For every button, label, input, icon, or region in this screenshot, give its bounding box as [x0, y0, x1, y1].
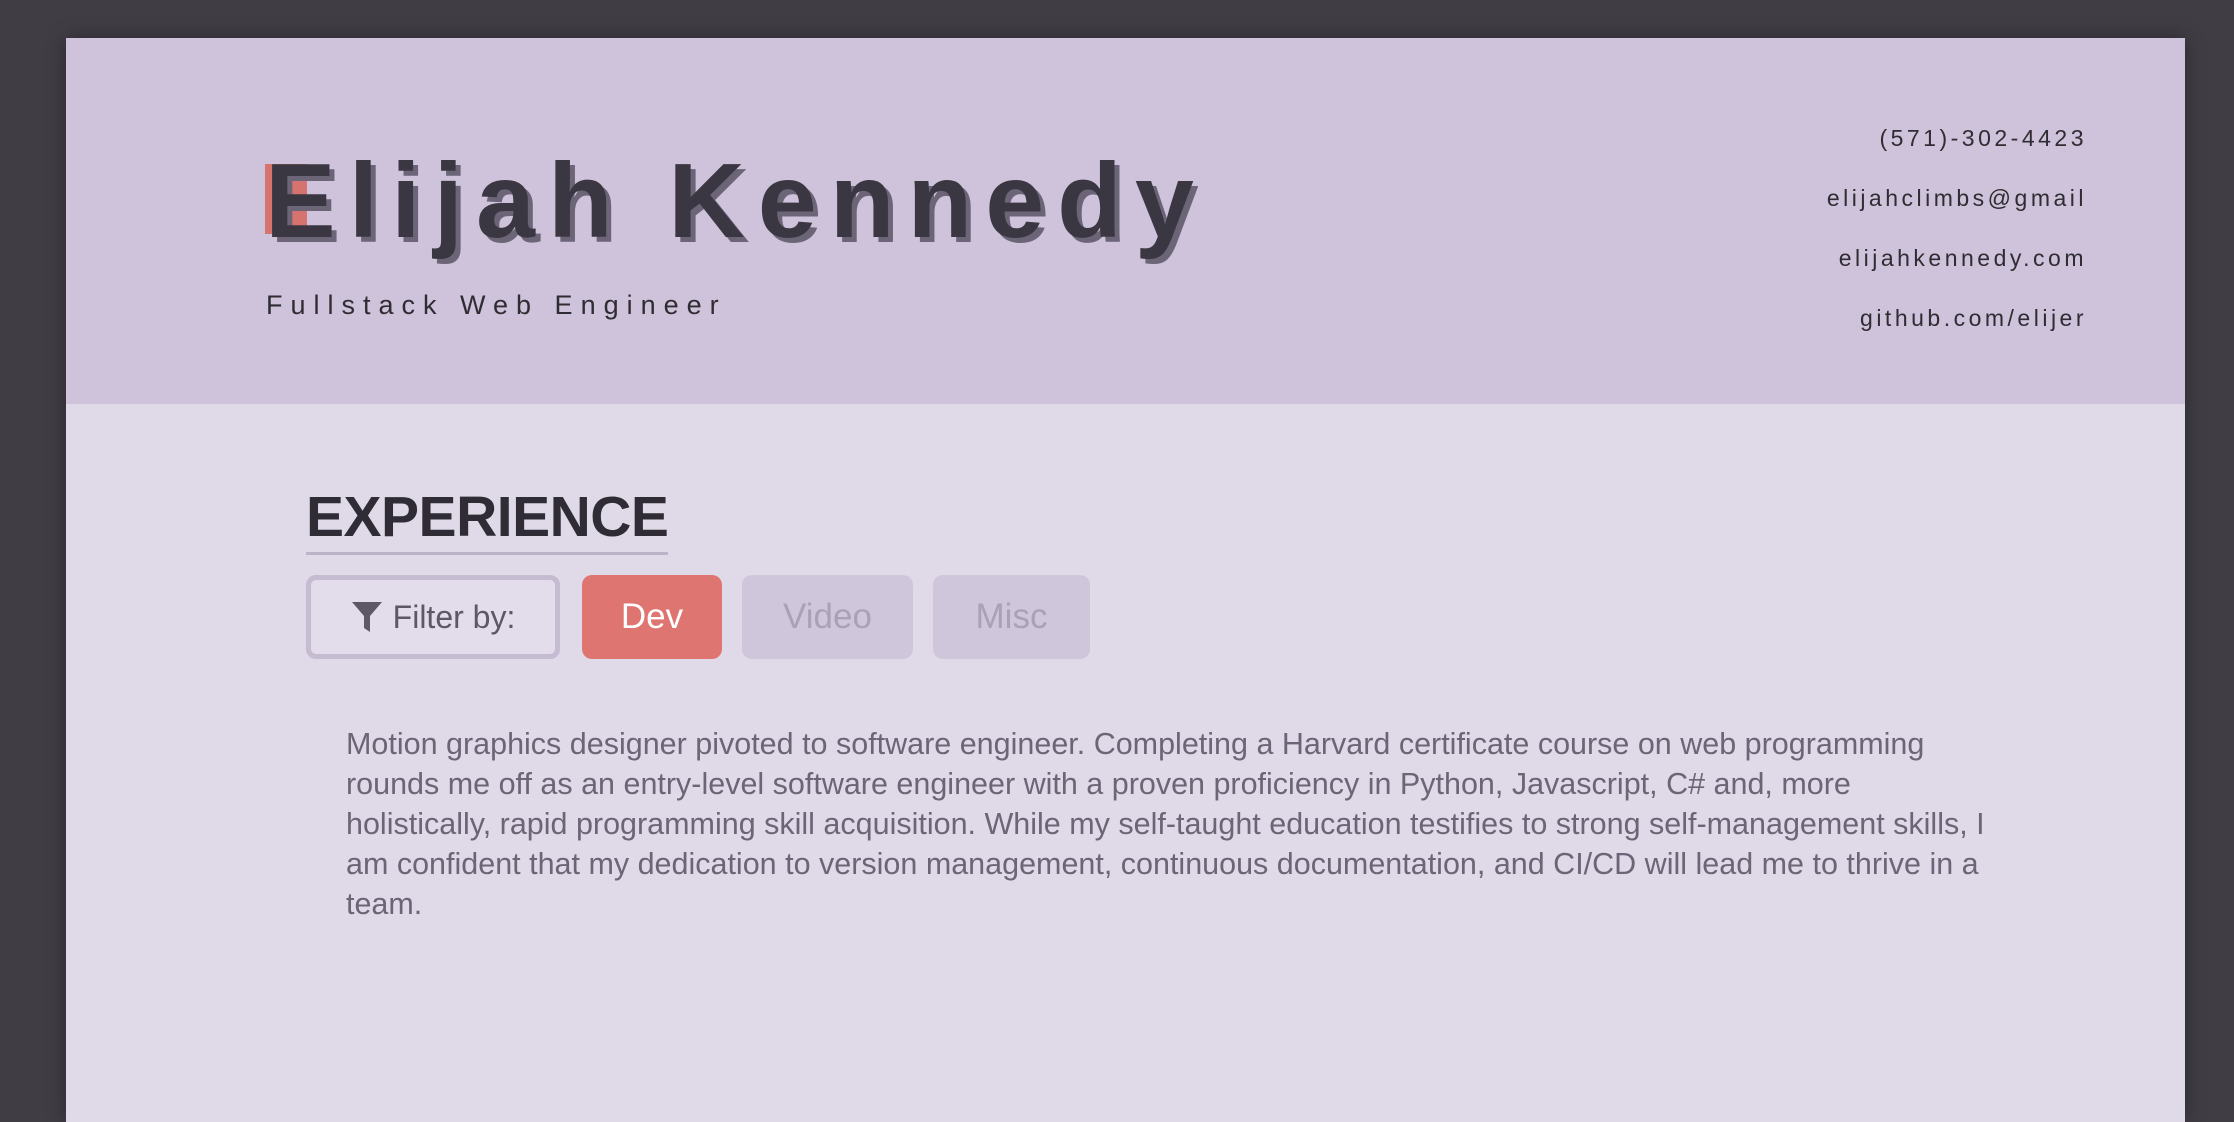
name-block: Elijah Kennedy — [265, 146, 1207, 256]
experience-summary: Motion graphics designer pivoted to soft… — [346, 727, 1985, 921]
resume-page: Elijah Kennedy Fullstack Web Engineer (5… — [66, 38, 2185, 1122]
filter-chip-misc[interactable]: Misc — [933, 575, 1090, 659]
filter-chip-dev[interactable]: Dev — [582, 575, 722, 659]
email-link[interactable]: elijahclimbs@gmail — [1827, 168, 2087, 228]
website-link[interactable]: elijahkennedy.com — [1827, 228, 2087, 288]
filter-label: Filter by: — [306, 575, 560, 659]
contact-list: (571)-302-4423 elijahclimbs@gmail elijah… — [1827, 108, 2087, 348]
filter-chip-video[interactable]: Video — [742, 575, 913, 659]
job-title: Fullstack Web Engineer — [266, 290, 727, 320]
filter-label-text: Filter by: — [392, 598, 516, 635]
resume-header: Elijah Kennedy Fullstack Web Engineer (5… — [66, 38, 2185, 404]
github-link[interactable]: github.com/elijer — [1827, 288, 2087, 348]
filter-bar: Filter by: Dev Video Misc — [306, 575, 1090, 659]
funnel-icon — [351, 600, 383, 634]
applicant-name: Elijah Kennedy — [265, 142, 1207, 260]
section-title-experience: EXPERIENCE — [306, 484, 669, 555]
experience-section: EXPERIENCE — [306, 484, 669, 555]
phone-link[interactable]: (571)-302-4423 — [1827, 108, 2087, 168]
